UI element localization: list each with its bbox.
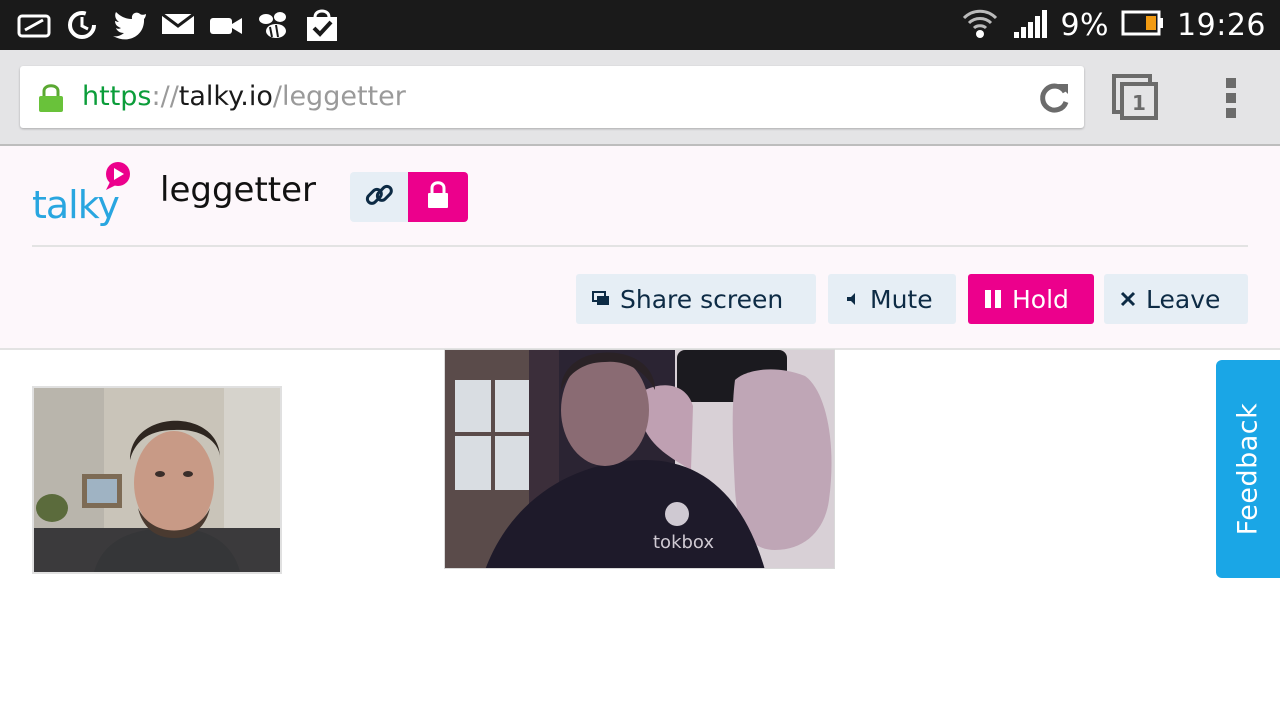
talky-logo[interactable]: talky: [30, 160, 140, 227]
notification-icons: [16, 6, 340, 44]
header-divider: [32, 245, 1248, 247]
wifi-icon: [960, 6, 1000, 44]
status-bar: 9% 19:26: [0, 0, 1280, 50]
mute-button[interactable]: Mute: [828, 274, 956, 324]
room-actions: [350, 172, 468, 222]
call-controls: Share screen Mute Hold Leave: [0, 274, 1280, 324]
clock: 19:26: [1177, 7, 1266, 43]
feedback-label: Feedback: [1232, 402, 1264, 536]
feedback-tab[interactable]: Feedback: [1216, 360, 1280, 578]
battery-percent: 9%: [1060, 7, 1110, 43]
bee-icon: [256, 7, 292, 43]
local-video: [32, 386, 282, 574]
leave-button[interactable]: Leave: [1104, 274, 1248, 324]
share-screen-button[interactable]: Share screen: [576, 274, 816, 324]
logo-text: talky: [32, 183, 119, 226]
pause-icon: [984, 289, 1002, 309]
share-link-button[interactable]: [350, 172, 408, 222]
reload-icon[interactable]: [1034, 78, 1074, 118]
link-icon: [363, 179, 395, 215]
cell-signal-icon: [1012, 6, 1048, 44]
tab-count: 1: [1132, 91, 1146, 115]
hold-button[interactable]: Hold: [968, 274, 1094, 324]
lock-room-button[interactable]: [408, 172, 468, 222]
shopping-bag-icon: [304, 7, 340, 43]
room-name: leggetter: [160, 170, 317, 210]
remote-video: tokbox: [444, 349, 835, 569]
system-status: 9% 19:26: [960, 6, 1266, 44]
browser-toolbar: https://talky.io/leggetter 1: [0, 50, 1280, 146]
tab-switcher-button[interactable]: 1: [1110, 72, 1162, 124]
sync-icon: [64, 7, 100, 43]
svg-text:tokbox: tokbox: [653, 532, 714, 553]
twitter-icon: [112, 7, 148, 43]
speaker-icon: [844, 291, 860, 307]
sd-card-icon: [16, 7, 52, 43]
close-icon: [1120, 291, 1136, 307]
overflow-menu-icon[interactable]: [1216, 76, 1248, 120]
video-camera-icon: [208, 7, 244, 43]
mail-icon: [160, 7, 196, 43]
url-text: https://talky.io/leggetter: [82, 81, 406, 112]
share-screen-icon: [592, 291, 610, 307]
room-header: talky leggetter Share screen Mute Hold L…: [0, 146, 1280, 350]
address-bar[interactable]: https://talky.io/leggetter: [20, 66, 1084, 128]
secure-lock-icon: [36, 82, 66, 114]
lock-icon: [426, 180, 450, 214]
battery-icon: [1121, 9, 1165, 41]
